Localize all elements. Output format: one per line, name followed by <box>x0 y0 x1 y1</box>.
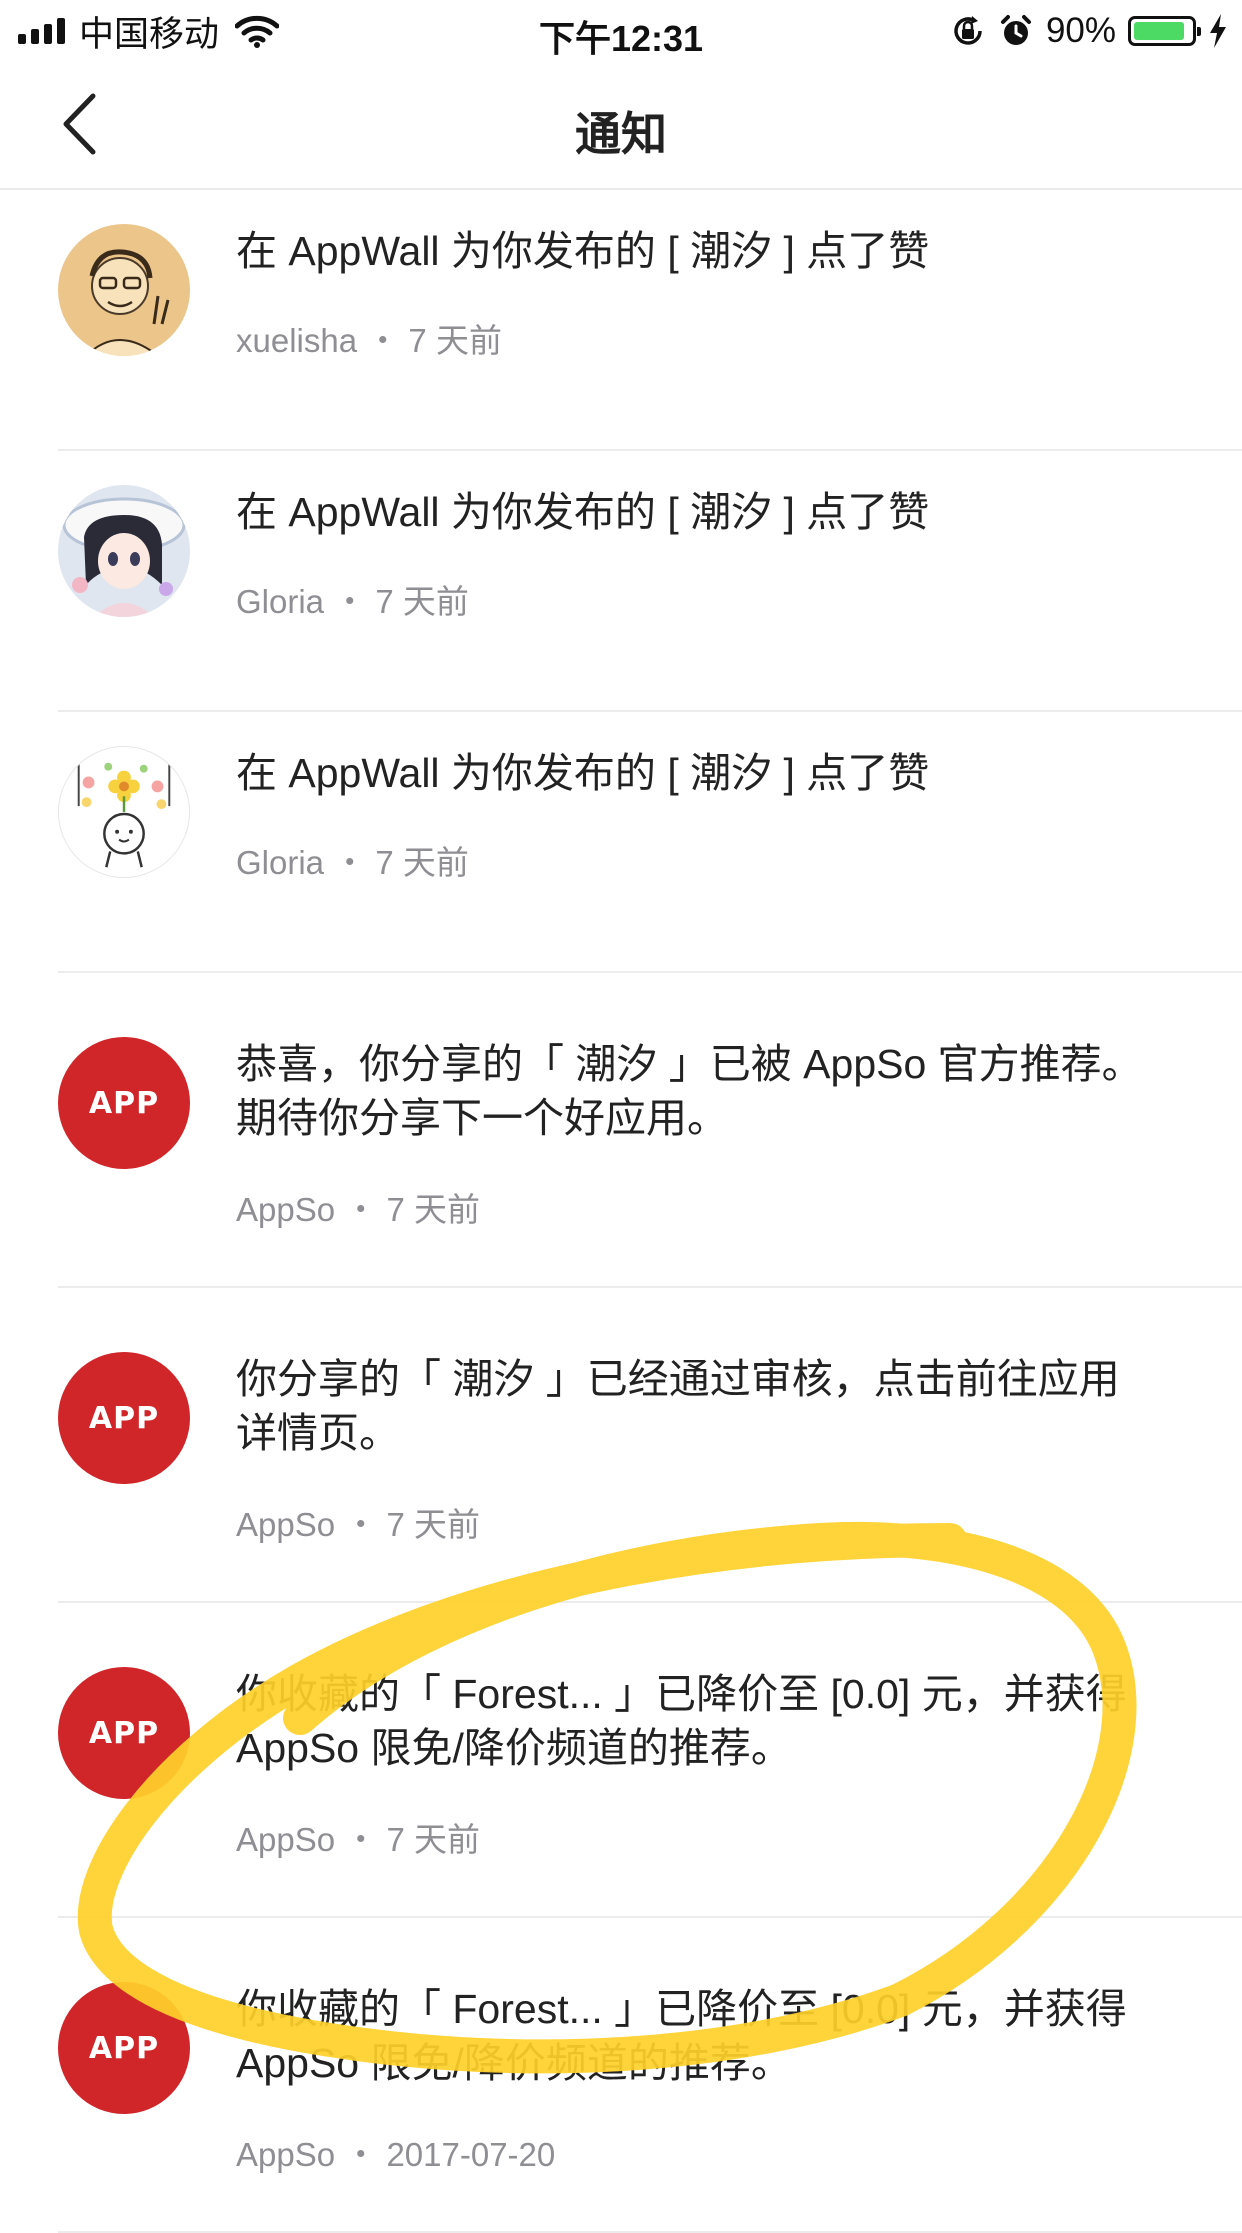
notification-message: 恭喜，你分享的「 潮汐 」已被 AppSo 官方推荐。期待你分享下一个好应用。 <box>236 1041 1143 1141</box>
notification-content: 在 AppWall 为你发布的 [ 潮汐 ] 点了赞 Gloria ・ 7 天前 <box>236 746 1152 884</box>
status-bar: 中国移动 下午12:31 90% <box>0 0 1242 62</box>
notification-user: Gloria <box>236 583 325 620</box>
page-title: 通知 <box>575 108 667 160</box>
notification-time: 7 天前 <box>386 1506 480 1543</box>
notification-time: 7 天前 <box>375 844 469 881</box>
notification-message: 你分享的「 潮汐 」已经通过审核，点击前往应用详情页。 <box>236 1356 1120 1456</box>
notification-user: AppSo <box>236 1191 336 1228</box>
appso-avatar: APP <box>58 1352 190 1484</box>
notification-message: 在 AppWall 为你发布的 [ 潮汐 ] 点了赞 <box>236 750 930 796</box>
meta-separator: ・ <box>333 583 367 620</box>
notification-item[interactable]: APP 你收藏的「 Forest... 」已降价至 [0.0] 元，并获得 Ap… <box>0 1918 1242 2233</box>
notification-time: 7 天前 <box>375 583 469 620</box>
meta-separator: ・ <box>333 844 367 881</box>
appso-avatar-label: APP <box>88 1400 160 1436</box>
notification-message: 在 AppWall 为你发布的 [ 潮汐 ] 点了赞 <box>236 489 930 535</box>
notification-time: 2017-07-20 <box>386 2136 556 2173</box>
meta-separator: ・ <box>344 1191 378 1228</box>
notification-content: 在 AppWall 为你发布的 [ 潮汐 ] 点了赞 xuelisha ・ 7 … <box>236 224 1152 362</box>
notification-content: 恭喜，你分享的「 潮汐 」已被 AppSo 官方推荐。期待你分享下一个好应用。 … <box>236 1037 1152 1231</box>
navigation-bar: 通知 <box>0 62 1242 190</box>
notification-message: 你收藏的「 Forest... 」已降价至 [0.0] 元，并获得 AppSo … <box>236 1671 1127 1771</box>
notification-list: 在 AppWall 为你发布的 [ 潮汐 ] 点了赞 xuelisha ・ 7 … <box>0 190 1242 2233</box>
notification-time: 7 天前 <box>386 1821 480 1858</box>
notification-user: Gloria <box>236 844 325 881</box>
notification-content: 你分享的「 潮汐 」已经通过审核，点击前往应用详情页。 AppSo ・ 7 天前 <box>236 1352 1152 1546</box>
notification-user: AppSo <box>236 1821 336 1858</box>
battery-level <box>1134 22 1184 40</box>
notification-time: 7 天前 <box>386 1191 480 1228</box>
notification-meta: AppSo ・ 2017-07-20 <box>236 2128 1152 2176</box>
notification-message: 你收藏的「 Forest... 」已降价至 [0.0] 元，并获得 AppSo … <box>236 1986 1127 2086</box>
notification-meta: AppSo ・ 7 天前 <box>236 1183 1152 1231</box>
charging-bolt-icon <box>1210 14 1226 48</box>
notification-item[interactable]: APP 你收藏的「 Forest... 」已降价至 [0.0] 元，并获得 Ap… <box>0 1603 1242 1918</box>
notification-meta: AppSo ・ 7 天前 <box>236 1498 1152 1546</box>
meta-separator: ・ <box>366 322 400 359</box>
notification-item[interactable]: 在 AppWall 为你发布的 [ 潮汐 ] 点了赞 xuelisha ・ 7 … <box>0 190 1242 451</box>
meta-separator: ・ <box>344 1506 378 1543</box>
notification-meta: Gloria ・ 7 天前 <box>236 575 1152 623</box>
notification-item[interactable]: APP 恭喜，你分享的「 潮汐 」已被 AppSo 官方推荐。期待你分享下一个好… <box>0 973 1242 1288</box>
notification-meta: xuelisha ・ 7 天前 <box>236 314 1152 362</box>
user-avatar <box>58 485 190 617</box>
appso-avatar: APP <box>58 1667 190 1799</box>
battery-icon <box>1128 16 1201 46</box>
notification-user: xuelisha <box>236 322 358 359</box>
appso-avatar: APP <box>58 1037 190 1169</box>
notification-item[interactable]: APP 你分享的「 潮汐 」已经通过审核，点击前往应用详情页。 AppSo ・ … <box>0 1288 1242 1603</box>
notification-item[interactable]: 在 AppWall 为你发布的 [ 潮汐 ] 点了赞 Gloria ・ 7 天前 <box>0 712 1242 973</box>
appso-avatar-label: APP <box>88 1715 160 1751</box>
rotation-lock-icon <box>954 16 982 45</box>
anime-girl-avatar-icon <box>58 485 190 617</box>
notification-user: AppSo <box>236 2136 336 2173</box>
user-avatar <box>58 224 190 356</box>
user-photo-avatar-icon <box>58 224 190 356</box>
flower-doodle-avatar-icon <box>59 747 189 877</box>
notification-content: 在 AppWall 为你发布的 [ 潮汐 ] 点了赞 Gloria ・ 7 天前 <box>236 485 1152 623</box>
notification-user: AppSo <box>236 1506 336 1543</box>
battery-percent: 90% <box>1045 11 1116 50</box>
user-avatar <box>58 746 190 878</box>
notification-item[interactable]: 在 AppWall 为你发布的 [ 潮汐 ] 点了赞 Gloria ・ 7 天前 <box>0 451 1242 712</box>
status-bar-right: 90% <box>950 8 1228 54</box>
meta-separator: ・ <box>344 1821 378 1858</box>
notification-content: 你收藏的「 Forest... 」已降价至 [0.0] 元，并获得 AppSo … <box>236 1667 1152 1861</box>
notification-meta: AppSo ・ 7 天前 <box>236 1813 1152 1861</box>
notification-message: 在 AppWall 为你发布的 [ 潮汐 ] 点了赞 <box>236 228 930 274</box>
notification-time: 7 天前 <box>408 322 502 359</box>
meta-separator: ・ <box>344 2136 378 2173</box>
appso-avatar-label: APP <box>88 2030 160 2066</box>
appso-avatar-label: APP <box>88 1085 160 1121</box>
alarm-icon <box>1000 15 1031 45</box>
notification-meta: Gloria ・ 7 天前 <box>236 836 1152 884</box>
notification-content: 你收藏的「 Forest... 」已降价至 [0.0] 元，并获得 AppSo … <box>236 1982 1152 2176</box>
appso-avatar: APP <box>58 1982 190 2114</box>
